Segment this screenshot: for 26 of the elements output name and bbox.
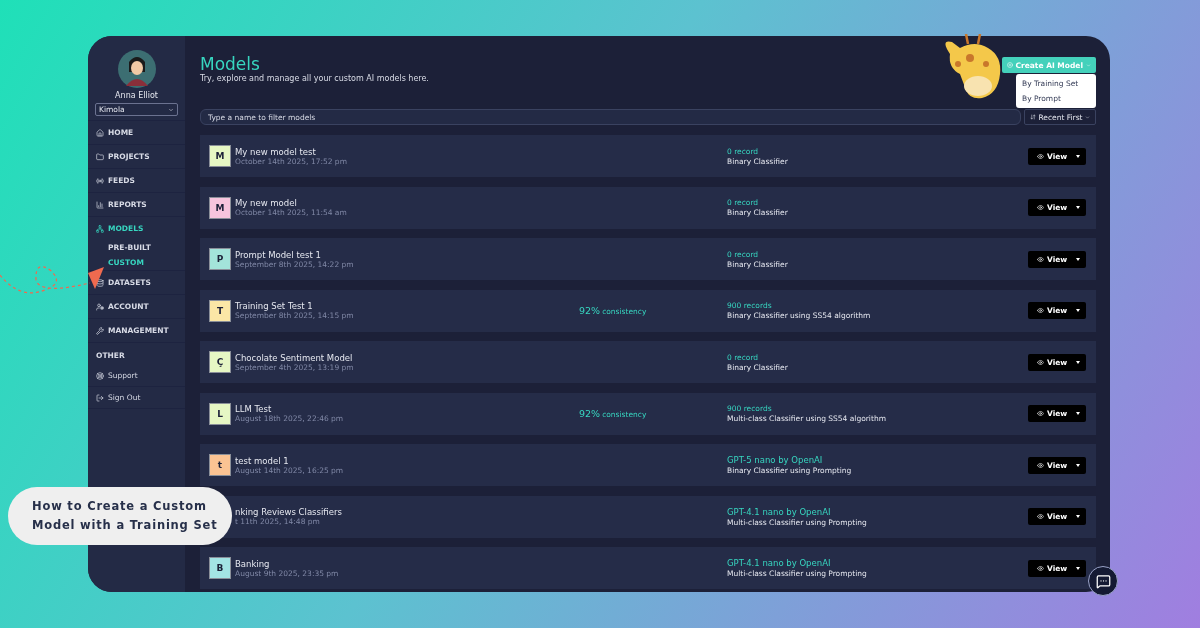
model-name: LLM Test	[235, 404, 273, 414]
model-name: Chocolate Sentiment Model	[235, 352, 354, 363]
model-letter: M	[209, 196, 231, 219]
model-letter: T	[209, 299, 231, 322]
model-name: Training Set Test 1	[235, 301, 314, 311]
model-provider: GPT-4.1 nano by OpenAI	[727, 558, 832, 568]
model-letter: Ç	[209, 351, 231, 373]
model-provider: GPT-5 nano by OpenAI	[727, 455, 824, 465]
page-subtitle: Try, explore and manage all your custom AI models here.	[200, 74, 429, 83]
model-provider: GPT-4.1 nano by OpenAI	[727, 506, 832, 517]
model-letter: P	[209, 248, 231, 270]
model-name: test model 1	[235, 455, 290, 466]
model-name: My new model	[235, 198, 298, 208]
user-name: Anna Elliot	[114, 91, 159, 100]
model-name: Prompt Model test 1	[235, 249, 322, 260]
model-name: My new model test	[235, 146, 317, 157]
model-letter: t	[209, 454, 231, 476]
model-letter: M	[209, 145, 231, 167]
model-letter: B	[209, 557, 231, 579]
model-name: Banking	[235, 558, 270, 569]
model-name: nking Reviews Classifiers	[235, 507, 342, 517]
consistency-value: 92%	[579, 305, 601, 316]
consistency-value: 92%	[579, 408, 601, 419]
callout-tooltip: How to Create a Custom Model with a Training Set	[8, 487, 232, 545]
page-title: Models	[200, 54, 261, 74]
model-letter: L	[209, 402, 231, 425]
